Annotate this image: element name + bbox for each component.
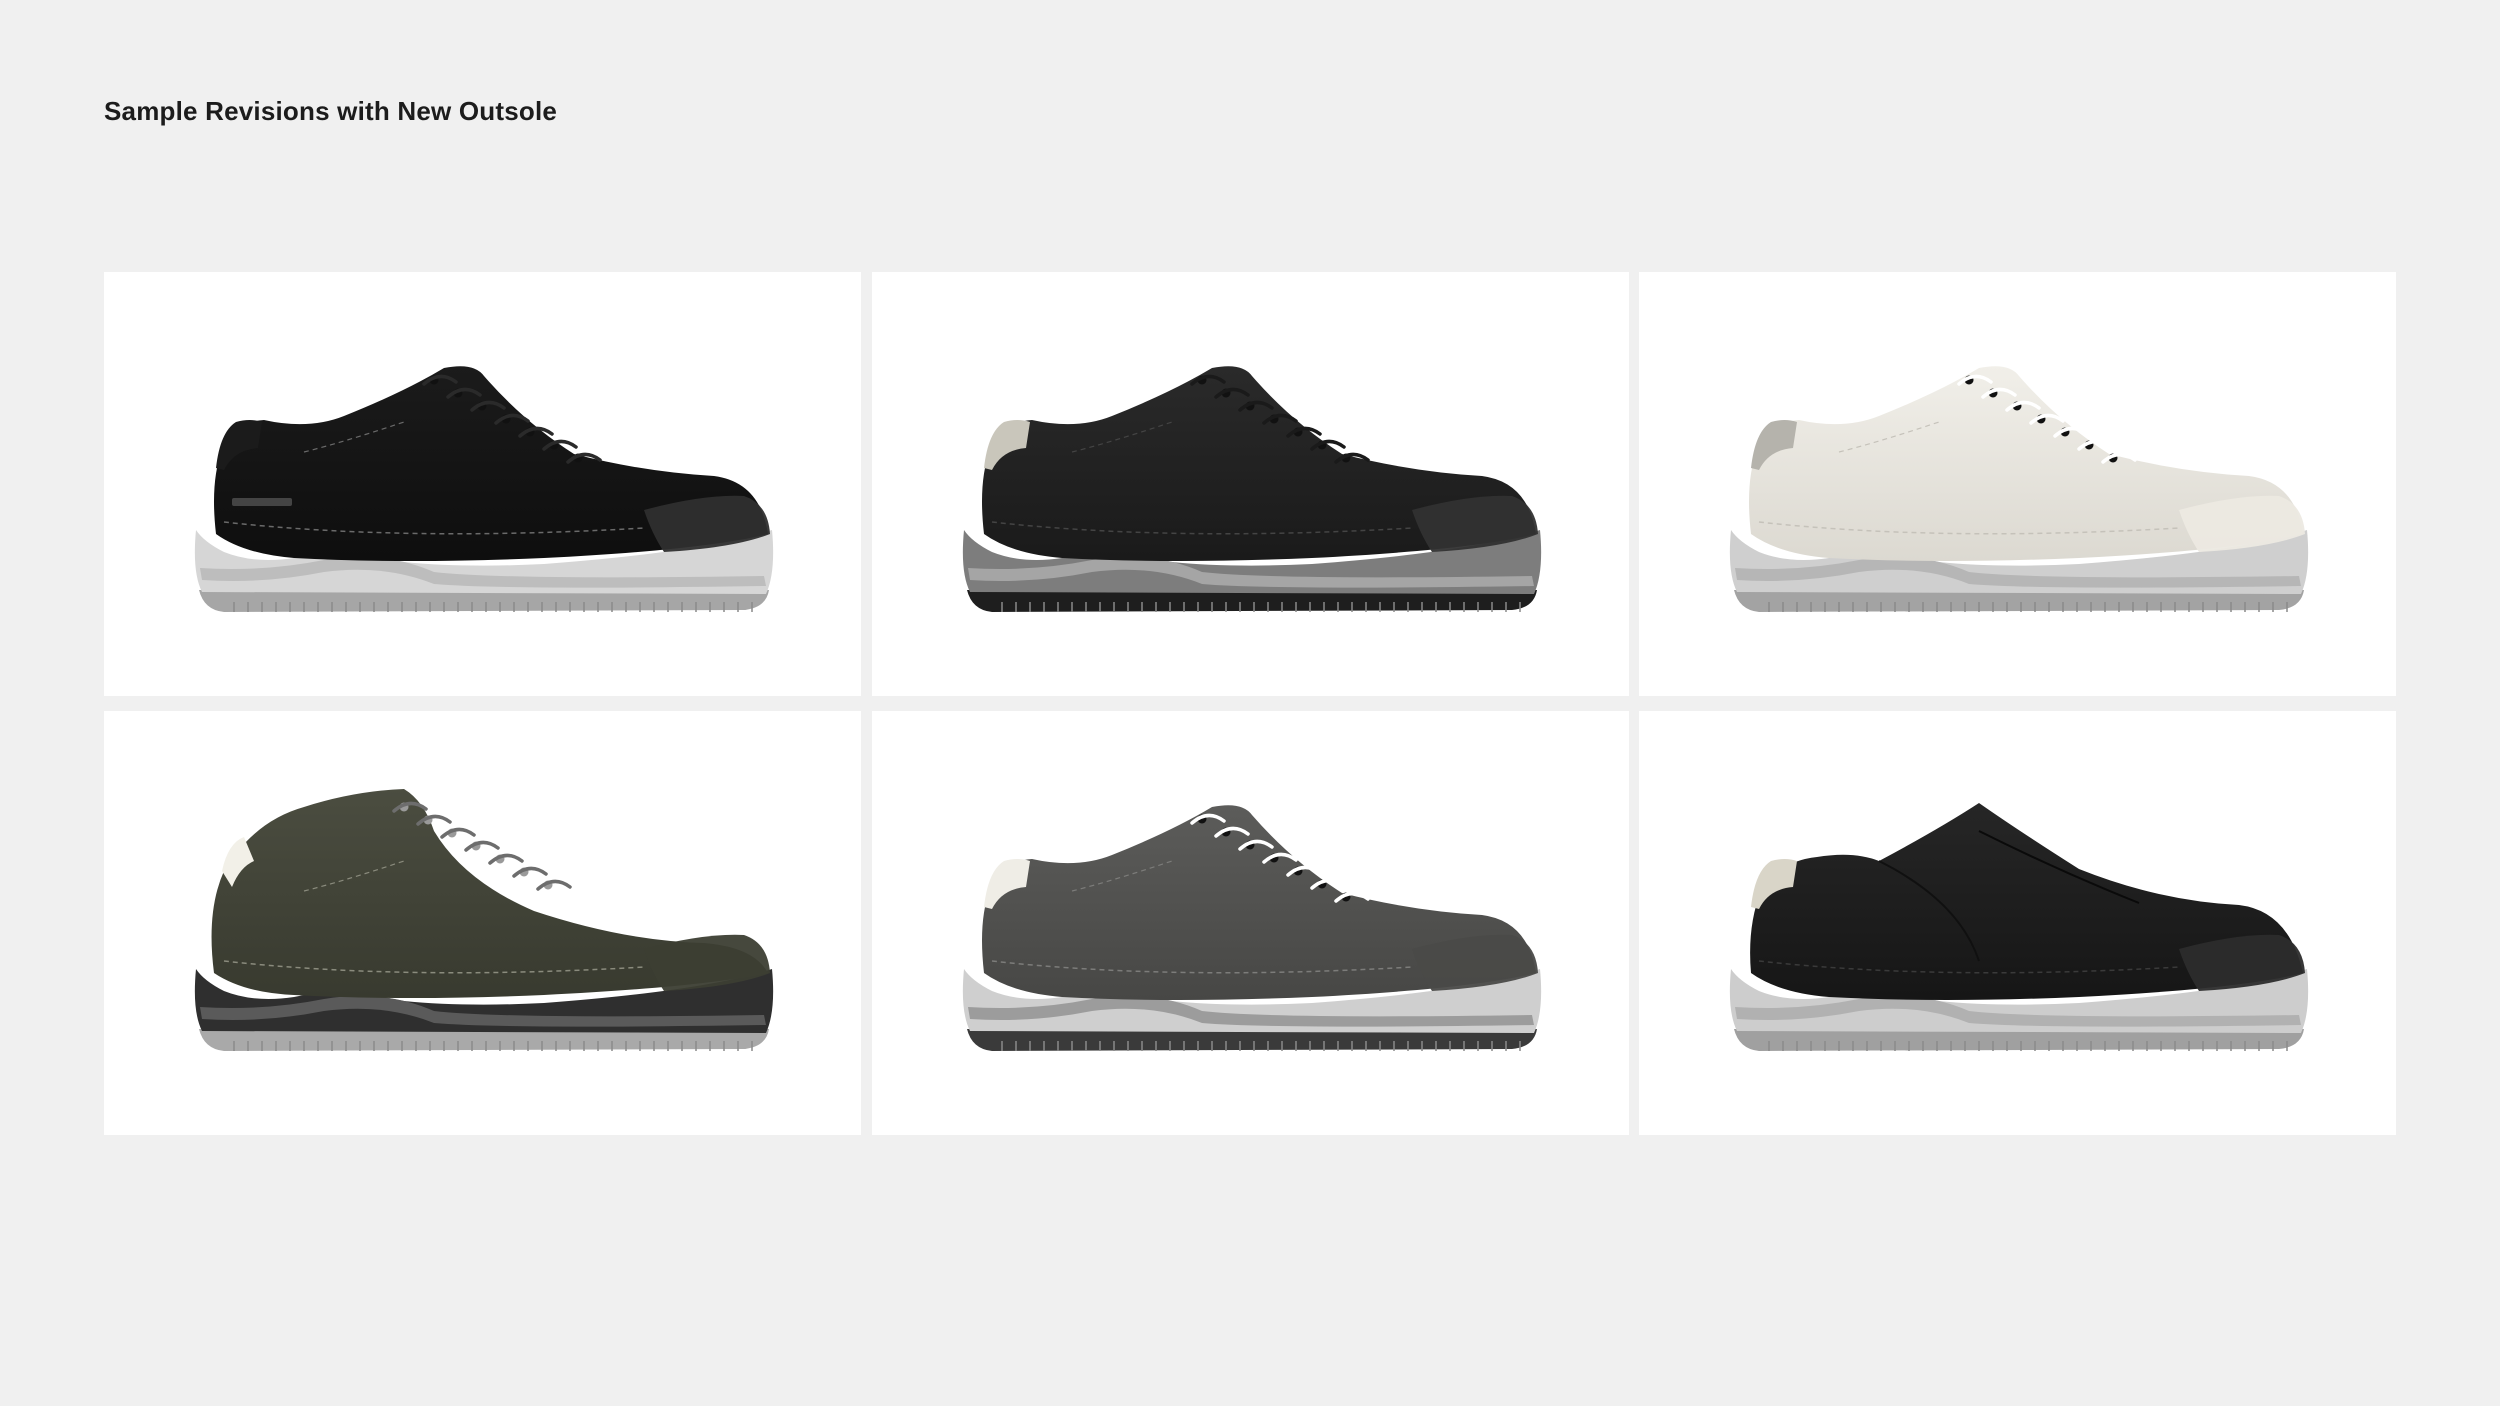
shoe-group <box>962 805 1541 1051</box>
shoe-group <box>962 366 1541 612</box>
lace <box>440 827 476 839</box>
shoe-render <box>1729 803 2309 1051</box>
shoe-group <box>1729 803 2309 1051</box>
lace <box>464 840 500 852</box>
shoe-render <box>1729 366 2309 612</box>
shoe-group <box>194 366 774 612</box>
shoe-group <box>1729 366 2309 612</box>
shoe-card[interactable] <box>104 272 861 696</box>
shoe-render <box>962 366 1541 612</box>
lace <box>512 866 548 878</box>
shoe-group <box>194 789 774 1051</box>
shoe-card[interactable] <box>104 711 861 1135</box>
shoe-card[interactable] <box>1639 272 2396 696</box>
shoe-grid <box>104 272 2396 1135</box>
shoe-card[interactable] <box>1639 711 2396 1135</box>
lace <box>536 879 572 891</box>
shoe-render <box>962 805 1541 1051</box>
shoe-render <box>194 789 774 1051</box>
shoe-card[interactable] <box>871 272 1629 696</box>
shoe-render <box>194 366 774 612</box>
shoe-card[interactable] <box>871 711 1629 1135</box>
side-logo-mark <box>232 498 292 506</box>
lace <box>488 853 524 865</box>
page-title: Sample Revisions with New Outsole <box>104 96 558 126</box>
